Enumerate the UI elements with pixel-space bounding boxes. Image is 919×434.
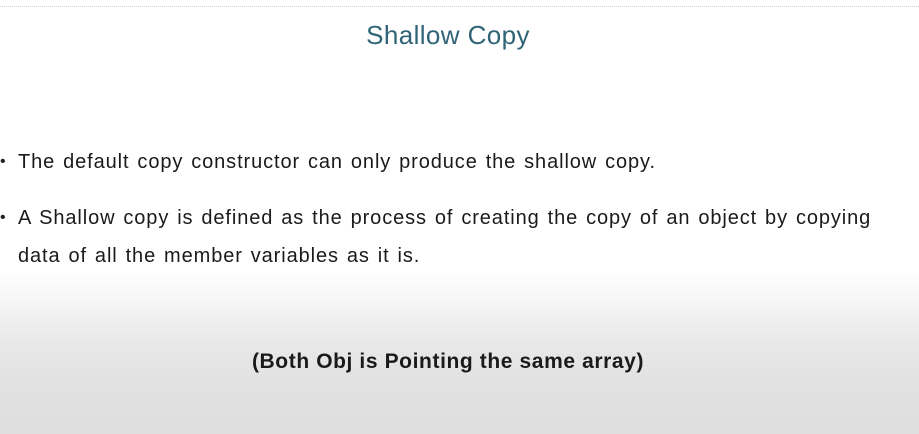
top-dotted-divider — [0, 6, 919, 7]
bullet-text: A Shallow copy is defined as the process… — [18, 207, 872, 267]
slide-title: Shallow Copy — [366, 20, 530, 50]
slide-caption: (Both Obj is Pointing the same array) — [251, 350, 645, 373]
bullet-item: • The default copy constructor can only … — [0, 143, 919, 181]
bullet-marker: • — [0, 153, 7, 170]
bullet-item: • A Shallow copy is defined as the proce… — [0, 199, 919, 275]
bullet-list: • The default copy constructor can only … — [0, 143, 919, 275]
bullet-marker: • — [0, 209, 7, 226]
bullet-text: The default copy constructor can only pr… — [18, 151, 656, 173]
